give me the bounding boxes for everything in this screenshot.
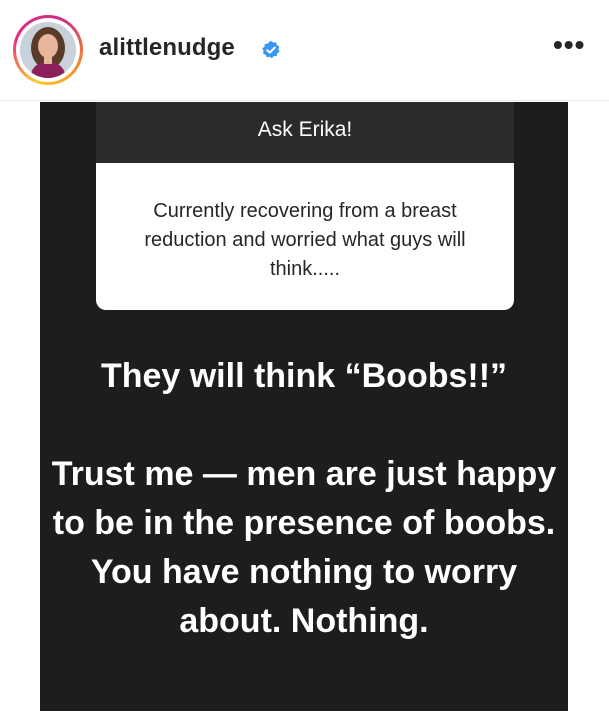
question-sticker: Ask Erika! Currently recovering from a b… — [96, 102, 514, 310]
post-header: alittlenudge ••• — [0, 0, 609, 101]
answer-text: They will think “Boobs!!” Trust me — men… — [50, 352, 558, 646]
question-text: Currently recovering from a breast reduc… — [144, 200, 466, 280]
more-options-icon[interactable]: ••• — [553, 31, 585, 59]
username[interactable]: alittlenudge — [99, 34, 235, 62]
verified-badge-icon — [262, 40, 280, 59]
story-image: Ask Erika! Currently recovering from a b… — [40, 102, 568, 711]
instagram-post: alittlenudge ••• Ask Erika! Currently re… — [0, 0, 609, 720]
avatar[interactable] — [20, 22, 76, 78]
profile-photo — [20, 22, 76, 78]
question-sticker-header: Ask Erika! — [96, 102, 514, 163]
question-title: Ask Erika! — [257, 118, 353, 141]
answer-line-1: They will think “Boobs!!” — [100, 357, 508, 395]
answer-line-2: Trust me — men are just happy to be in t… — [51, 455, 557, 640]
story-ring[interactable] — [13, 15, 83, 85]
